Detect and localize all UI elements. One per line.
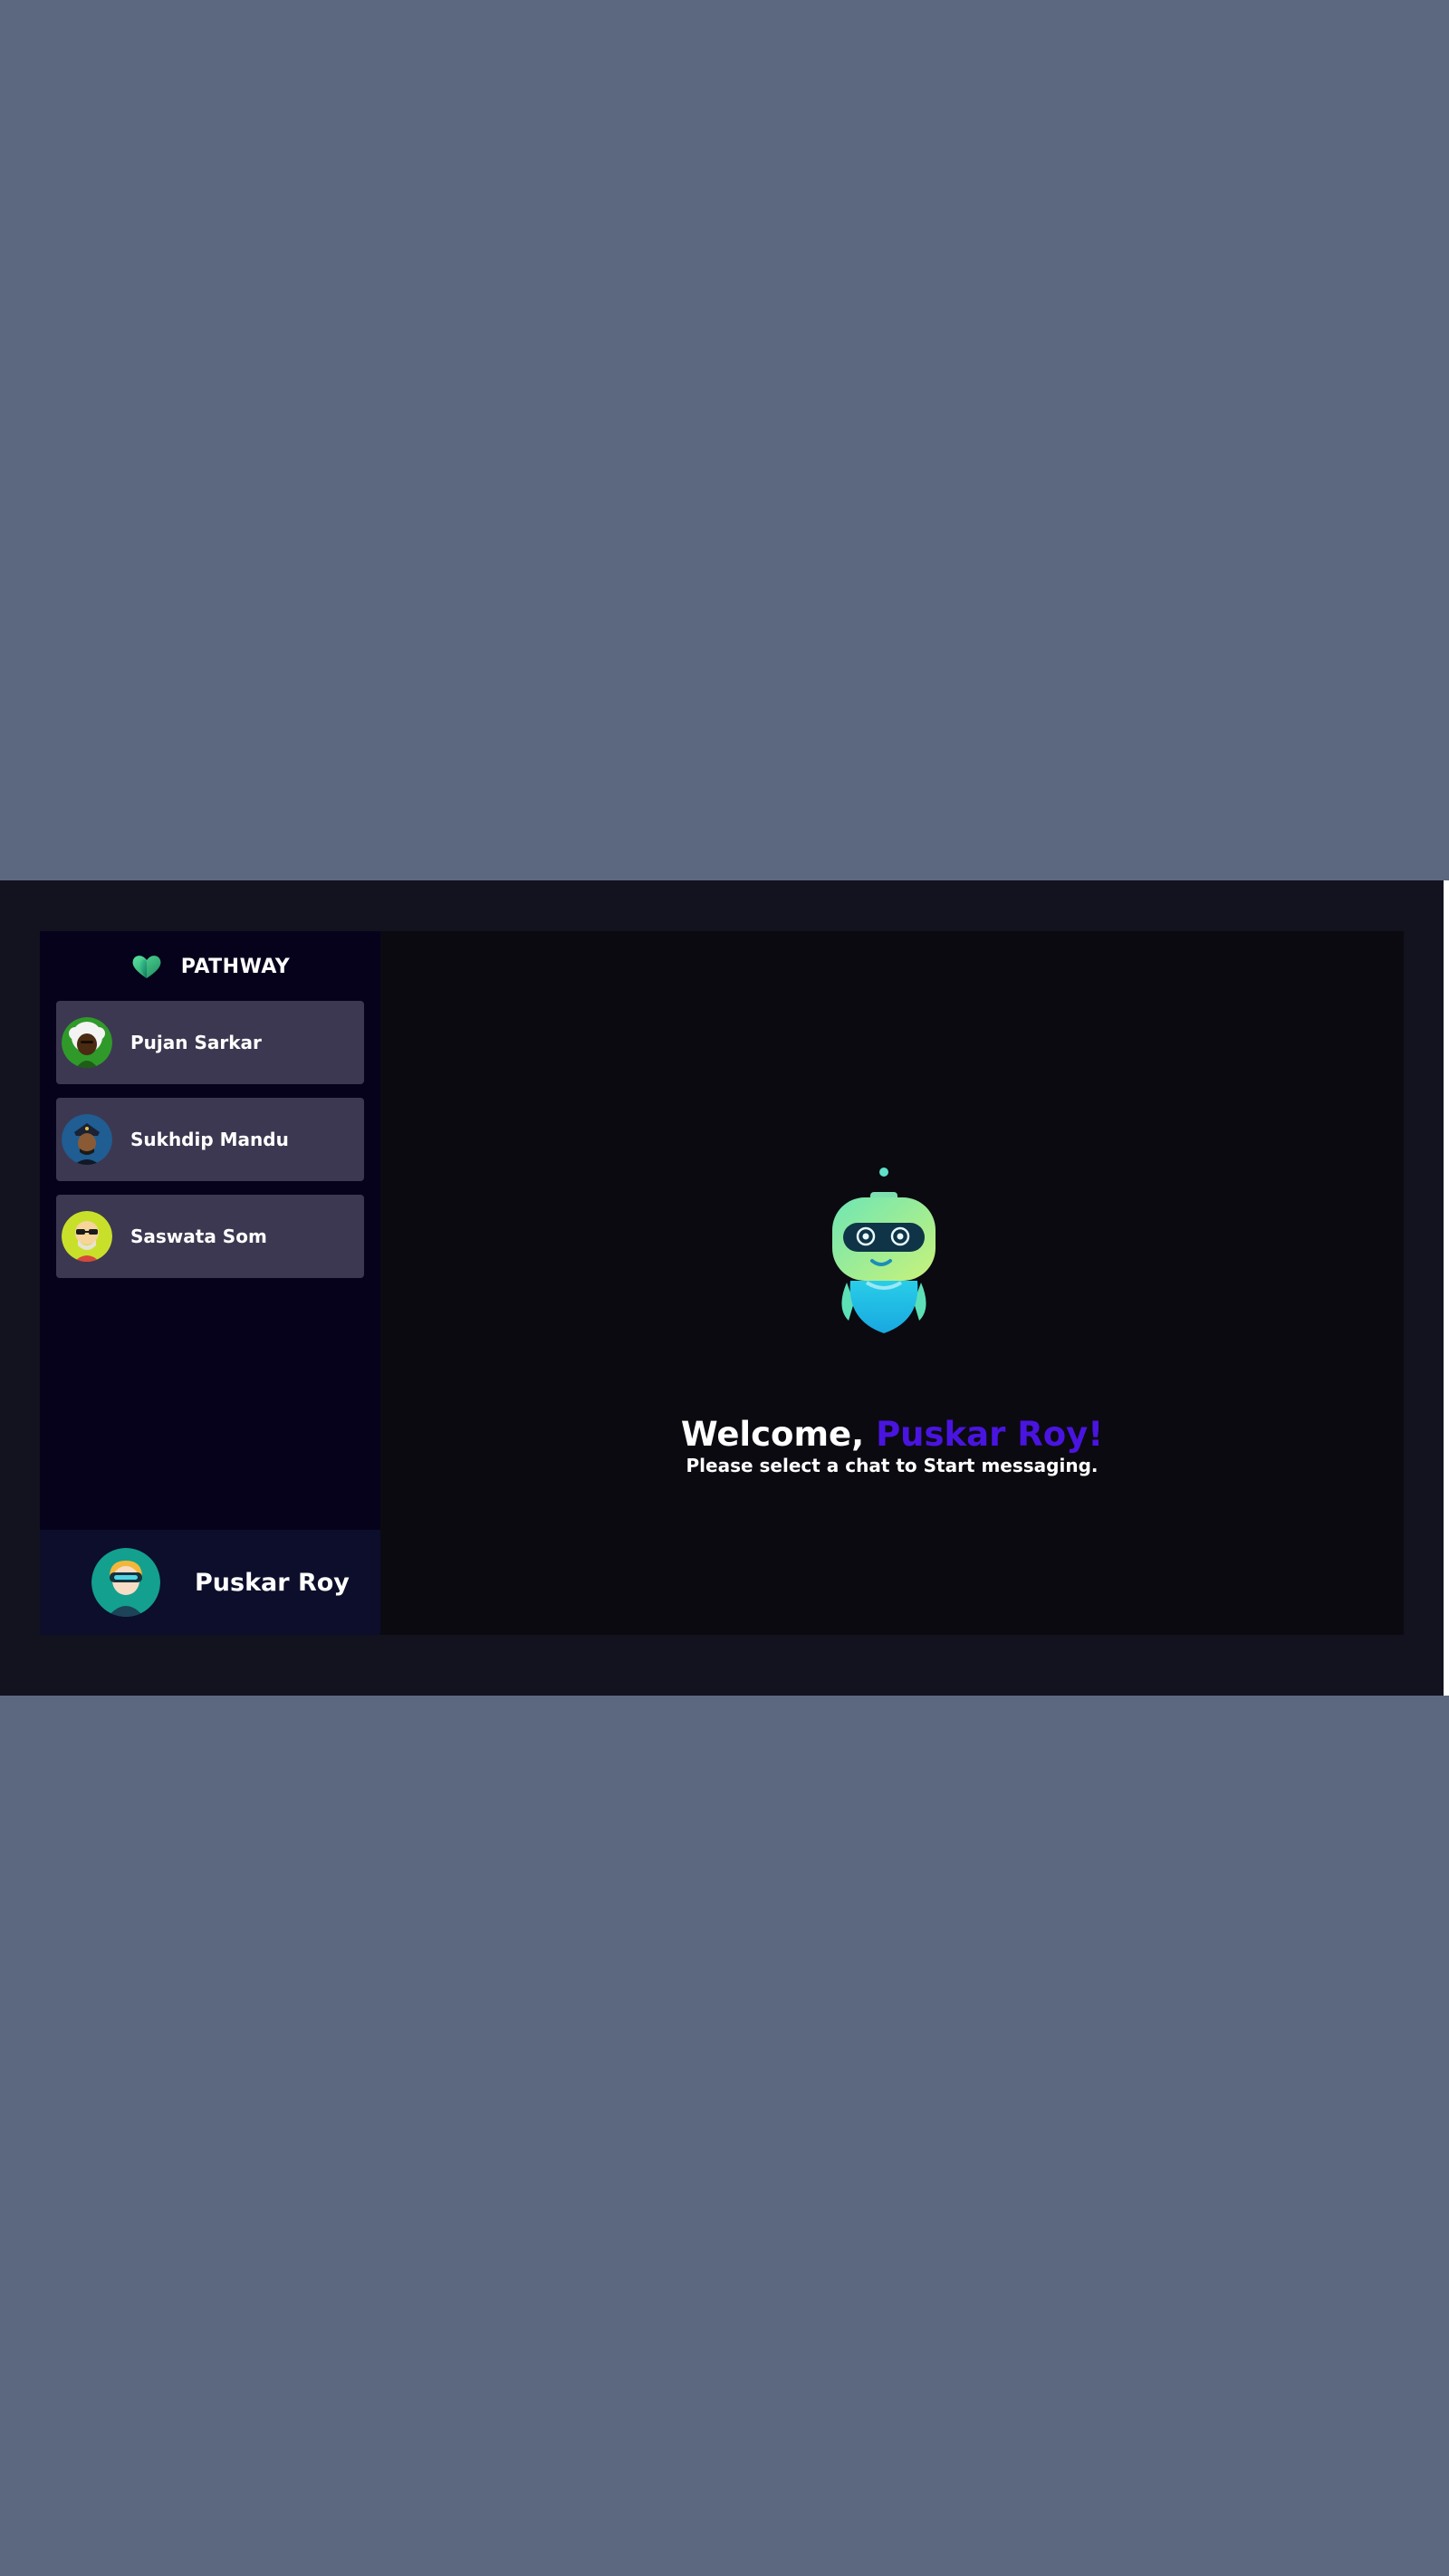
brand-name: PATHWAY <box>180 955 291 978</box>
current-user-name: Puskar Roy <box>195 1568 350 1597</box>
contact-item[interactable]: Saswata Som <box>56 1195 364 1278</box>
contact-name: Sukhdip Mandu <box>130 1129 289 1150</box>
contact-list: Pujan Sarkar Sukhdip Mandu Saswata Som <box>56 1001 364 1292</box>
current-user-bar[interactable]: Puskar Roy <box>40 1530 380 1635</box>
chat-app: PATHWAY Pujan Sarkar Sukhdip Mandu Saswa… <box>40 931 1404 1635</box>
contact-item[interactable]: Pujan Sarkar <box>56 1001 364 1084</box>
robot-mascot-icon <box>832 1168 936 1333</box>
welcome-heading: Welcome, Puskar Roy! <box>380 1416 1404 1454</box>
avatar-afro-icon <box>62 1017 112 1068</box>
welcome-user-name: Puskar Roy! <box>876 1415 1104 1454</box>
welcome-subtitle: Please select a chat to Start messaging. <box>686 1455 1099 1476</box>
app-frame: PATHWAY Pujan Sarkar Sukhdip Mandu Saswa… <box>0 880 1444 1696</box>
heart-logo-icon <box>132 956 161 978</box>
chat-placeholder-panel: Welcome, Puskar Roy! Please select a cha… <box>380 931 1404 1635</box>
avatar-police-icon <box>62 1114 112 1165</box>
contact-name: Pujan Sarkar <box>130 1032 262 1053</box>
contact-item[interactable]: Sukhdip Mandu <box>56 1098 364 1181</box>
window-edge <box>1444 880 1449 1696</box>
avatar-sunglasses-icon <box>62 1211 112 1262</box>
brand-header: PATHWAY <box>40 949 380 984</box>
sidebar: PATHWAY Pujan Sarkar Sukhdip Mandu Saswa… <box>40 931 380 1635</box>
welcome-prefix: Welcome, <box>680 1415 877 1454</box>
avatar-vr-headset-icon <box>91 1548 160 1617</box>
contact-name: Saswata Som <box>130 1226 267 1247</box>
